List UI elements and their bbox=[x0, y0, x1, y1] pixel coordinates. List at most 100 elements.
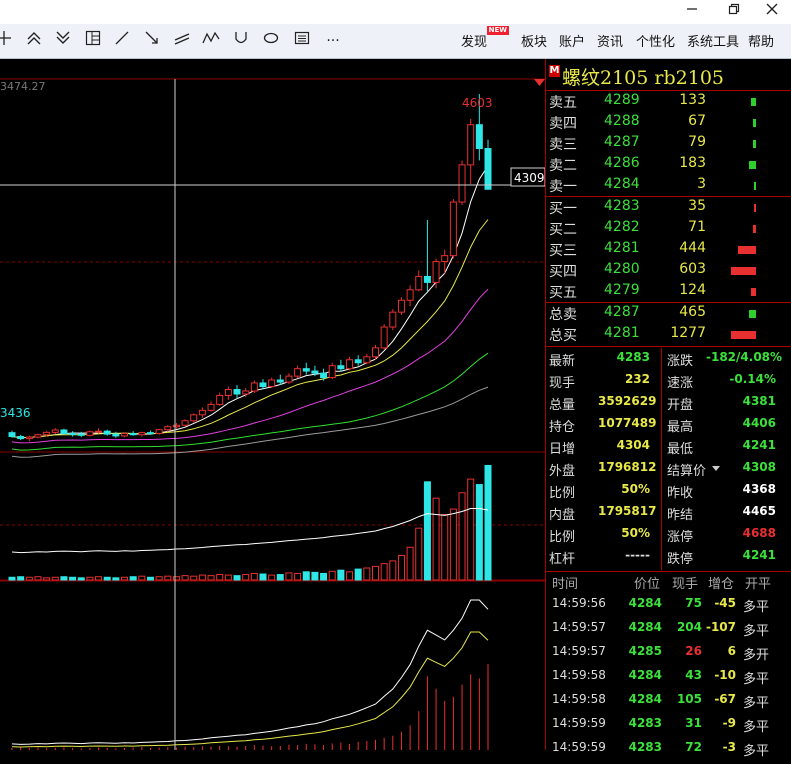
candle-body bbox=[302, 368, 310, 372]
minimize-icon[interactable] bbox=[672, 0, 712, 24]
candle-body bbox=[198, 409, 206, 416]
candle-body bbox=[467, 124, 475, 166]
double-up-icon[interactable] bbox=[22, 30, 46, 52]
depth-row[interactable]: 买一 4283 35 bbox=[546, 198, 791, 219]
depth-price: 4286 bbox=[604, 155, 640, 171]
depth-volume: 1277 bbox=[670, 325, 706, 341]
tick-time: 14:59:58 bbox=[552, 668, 606, 682]
candle-body bbox=[363, 356, 371, 364]
candle-body bbox=[181, 420, 189, 426]
depth-row[interactable]: 买三 4281 444 bbox=[546, 240, 791, 261]
close-icon[interactable] bbox=[752, 0, 791, 24]
depth-label: 卖三 bbox=[549, 137, 577, 153]
ticks-header: 时间 价位 现手 增仓 开平 bbox=[546, 573, 791, 597]
layout-icon[interactable] bbox=[81, 30, 105, 52]
depth-label: 买五 bbox=[549, 285, 577, 301]
more-icon[interactable]: ··· bbox=[321, 30, 345, 52]
depth-volume: 603 bbox=[679, 261, 706, 277]
stat-label: 持仓 bbox=[549, 420, 576, 435]
candle-body bbox=[441, 255, 449, 263]
stat-value: 50% bbox=[621, 526, 650, 540]
ma20-line bbox=[11, 288, 489, 444]
menu-help[interactable]: 帮助 bbox=[748, 31, 774, 50]
tick-price: 4283 bbox=[628, 716, 662, 730]
volume-bar bbox=[380, 563, 388, 581]
ellipse-icon[interactable] bbox=[259, 30, 283, 52]
stat-value: 232 bbox=[624, 372, 650, 386]
candle-body bbox=[475, 124, 483, 150]
volume-bar bbox=[69, 576, 77, 581]
kline-chart-svg[interactable]: 3474.27 4603 3436 4309 bbox=[0, 59, 546, 750]
wave-icon[interactable] bbox=[199, 30, 223, 52]
depth-volume: 79 bbox=[688, 134, 706, 150]
line-icon[interactable] bbox=[110, 30, 134, 52]
menu-system-tools[interactable]: 系统工具 bbox=[687, 31, 739, 50]
depth-price: 4287 bbox=[604, 304, 640, 320]
depth-volume: 183 bbox=[679, 155, 706, 171]
menu-news[interactable]: 资讯 bbox=[597, 31, 623, 50]
menu-account[interactable]: 账户 bbox=[559, 31, 585, 50]
depth-label: 买三 bbox=[549, 243, 577, 259]
parallel-lines-icon[interactable] bbox=[170, 30, 194, 52]
stat-label: 最高 bbox=[667, 420, 694, 435]
depth-row[interactable]: 卖四 4288 67 bbox=[546, 113, 791, 134]
volume-bar bbox=[121, 576, 129, 581]
dropdown-chevron-icon[interactable] bbox=[712, 466, 720, 471]
candle-body bbox=[380, 326, 388, 349]
menu-discover[interactable]: 发现 NEW bbox=[461, 26, 510, 50]
crosshair-icon[interactable] bbox=[0, 30, 16, 52]
arrow-line-icon[interactable] bbox=[140, 30, 164, 52]
tick-row: 14:59:58 4284 105 -67 多平 bbox=[546, 692, 791, 716]
depth-row[interactable]: 卖五 4289 133 bbox=[546, 92, 791, 113]
depth-row[interactable]: 买五 4279 124 bbox=[546, 282, 791, 303]
stat-label: 结算价 bbox=[667, 464, 707, 479]
menu-personalize[interactable]: 个性化 bbox=[636, 31, 675, 50]
depth-row[interactable]: 总卖 4287 465 bbox=[546, 304, 791, 325]
text-box-icon[interactable] bbox=[290, 30, 314, 52]
depth-price: 4281 bbox=[604, 240, 640, 256]
stat-label: 最新 bbox=[549, 354, 576, 369]
candle-body bbox=[207, 403, 215, 411]
stat-label: 速涨 bbox=[667, 376, 694, 391]
depth-row[interactable]: 卖二 4286 183 bbox=[546, 155, 791, 176]
ticks-header-time: 时间 bbox=[552, 577, 579, 592]
candle-body bbox=[484, 148, 492, 190]
menu-sector[interactable]: 板块 bbox=[521, 31, 547, 50]
volume-bar bbox=[8, 576, 16, 581]
ma5-line bbox=[11, 165, 489, 439]
stat-label: 最低 bbox=[667, 442, 694, 457]
volume-bar bbox=[181, 575, 189, 581]
menu-discover-label: 发现 bbox=[461, 35, 488, 50]
candle-body bbox=[406, 289, 414, 301]
depth-label: 总卖 bbox=[549, 307, 577, 323]
depth-label: 卖二 bbox=[549, 158, 577, 174]
u-shape-icon[interactable] bbox=[229, 30, 253, 52]
double-down-icon[interactable] bbox=[51, 30, 75, 52]
volume-bar bbox=[337, 569, 345, 581]
tick-type: 多平 bbox=[743, 720, 770, 735]
volume-bar bbox=[346, 571, 354, 581]
volume-bar bbox=[268, 574, 276, 581]
stat-value: 1077489 bbox=[598, 416, 657, 430]
tick-volume: 105 bbox=[676, 692, 702, 706]
candle-body bbox=[146, 432, 154, 435]
candle-body bbox=[69, 433, 77, 436]
ticks-header-type: 开平 bbox=[745, 577, 772, 592]
tick-type: 多平 bbox=[743, 672, 770, 687]
depth-price: 4289 bbox=[604, 92, 640, 108]
depth-row[interactable]: 卖一 4284 3 bbox=[546, 176, 791, 197]
volume-bar bbox=[397, 554, 405, 581]
kline-chart-area[interactable]: 3474.27 4603 3436 4309 bbox=[0, 59, 546, 750]
restore-icon[interactable] bbox=[714, 0, 754, 24]
depth-bar bbox=[751, 98, 756, 106]
stat-value: 4688 bbox=[742, 526, 776, 540]
depth-row[interactable]: 卖三 4287 79 bbox=[546, 134, 791, 155]
stat-value: 4381 bbox=[742, 394, 776, 408]
candle-body bbox=[224, 389, 232, 396]
depth-row[interactable]: 买四 4280 603 bbox=[546, 261, 791, 282]
depth-row[interactable]: 买二 4282 71 bbox=[546, 219, 791, 240]
indicator-line-yellow bbox=[11, 631, 489, 748]
depth-bar bbox=[753, 225, 756, 233]
depth-row[interactable]: 总买 4281 1277 bbox=[546, 325, 791, 346]
tick-price: 4284 bbox=[628, 620, 662, 634]
